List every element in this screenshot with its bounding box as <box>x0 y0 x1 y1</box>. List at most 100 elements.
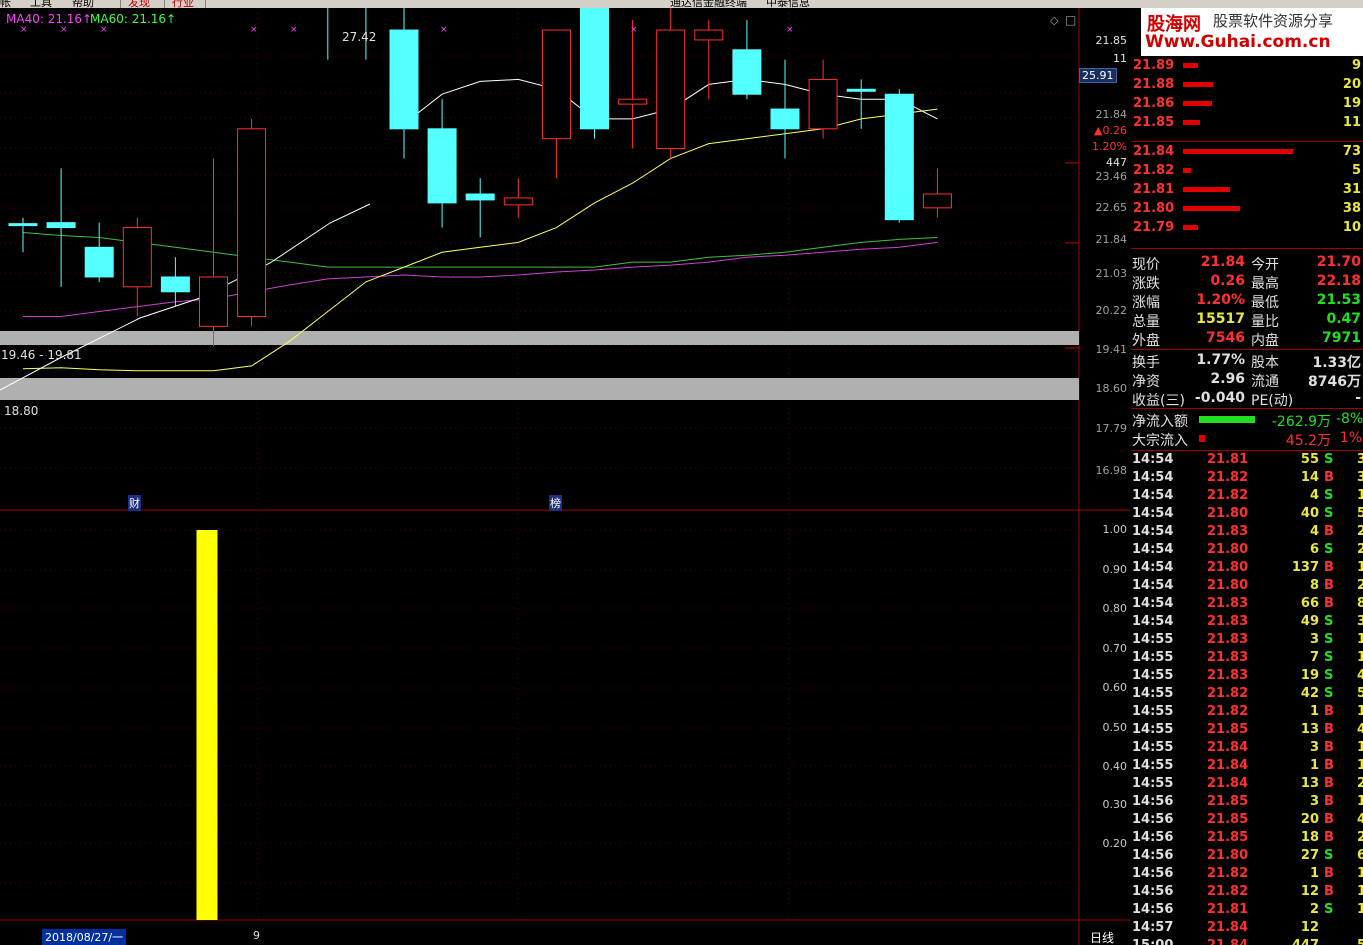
orderbook-row[interactable]: 21.89 9 <box>1131 58 1363 77</box>
candle[interactable] <box>84 222 114 282</box>
event-marker-icon[interactable]: × <box>100 25 108 35</box>
tick-price: 21.82 <box>1207 704 1249 719</box>
quote-key: 内盘 <box>1251 333 1279 349</box>
period-tab[interactable]: 日线 <box>1090 929 1114 945</box>
main-chart-area[interactable]: MA40: 21.16↑ MA60: 21.16↑ ◇ □ × × × × × × × × 2… <box>0 8 1130 945</box>
tick-row[interactable]: 14:56 21.85 3 B 1 <box>1131 794 1363 812</box>
orderbook-row[interactable]: 21.85 11 <box>1131 115 1363 134</box>
candle[interactable] <box>8 217 38 253</box>
event-marker-icon[interactable]: × <box>290 25 298 35</box>
candle[interactable] <box>160 257 190 307</box>
tick-row[interactable]: 14:55 21.83 3 S 1 <box>1131 632 1363 650</box>
quote-value: 0.26 <box>1210 273 1245 289</box>
candle[interactable] <box>770 59 800 159</box>
tick-row[interactable]: 14:56 21.85 18 B 2 <box>1131 830 1363 848</box>
tick-row[interactable]: 15:00 21.84 447 51 <box>1131 938 1363 945</box>
menu-item[interactable]: 中泰信息 <box>766 0 810 8</box>
tick-row[interactable]: 14:56 21.82 1 B 1 <box>1131 866 1363 884</box>
tick-row[interactable]: 14:55 21.84 3 B 1 <box>1131 740 1363 758</box>
tick-count: 1 <box>1357 740 1363 755</box>
tick-count: 1 <box>1357 650 1363 665</box>
menu-item[interactable]: 通达信金融终端 <box>670 0 747 8</box>
candle-body <box>160 276 190 293</box>
tick-row[interactable]: 14:57 21.84 12 <box>1131 920 1363 938</box>
tick-row[interactable]: 14:55 21.84 13 B 2 <box>1131 776 1363 794</box>
tick-price: 21.83 <box>1207 524 1249 539</box>
quote-value: 1.77% <box>1196 352 1245 368</box>
candle[interactable] <box>541 29 571 179</box>
candle-body <box>541 29 571 140</box>
indicator-axis-label: 0.40 <box>1102 760 1128 773</box>
candle[interactable] <box>199 158 228 347</box>
candle[interactable] <box>237 118 267 327</box>
menu-item[interactable]: 发现 <box>128 0 150 8</box>
diamond-icon[interactable]: ◇ <box>1050 14 1058 27</box>
event-marker-icon[interactable]: × <box>60 25 68 35</box>
tick-row[interactable]: 14:54 21.80 40 S 5 <box>1131 506 1363 524</box>
tick-row[interactable]: 14:54 21.80 137 B 17 <box>1131 560 1363 578</box>
candle[interactable] <box>580 8 609 139</box>
candle[interactable] <box>656 8 686 159</box>
orderbook-row[interactable]: 21.84 73 <box>1131 144 1363 163</box>
flow-value: -262.9万 <box>1271 414 1331 430</box>
candle[interactable] <box>694 20 724 100</box>
orderbook-row[interactable]: 21.81 31 <box>1131 182 1363 201</box>
event-marker-icon[interactable]: × <box>20 25 28 35</box>
candle[interactable] <box>922 168 952 218</box>
tick-row[interactable]: 14:55 21.85 13 B 4 <box>1131 722 1363 740</box>
finance-marker[interactable]: 财 <box>128 495 141 511</box>
maximize-icon[interactable]: □ <box>1065 13 1076 27</box>
tick-row[interactable]: 14:54 21.83 66 B 8 <box>1131 596 1363 614</box>
orderbook-row[interactable]: 21.88 20 <box>1131 77 1363 96</box>
event-marker-icon[interactable]: × <box>440 25 448 35</box>
tick-row[interactable]: 14:54 21.81 55 S 3 <box>1131 452 1363 470</box>
tick-row[interactable]: 14:54 21.82 4 S 1 <box>1131 488 1363 506</box>
tick-volume: 3 <box>1309 794 1319 809</box>
orderbook-row[interactable]: 21.79 10 <box>1131 220 1363 239</box>
tick-row[interactable]: 14:54 21.80 6 S 2 <box>1131 542 1363 560</box>
candle[interactable] <box>427 99 457 228</box>
tick-row[interactable]: 14:55 21.84 1 B 1 <box>1131 758 1363 776</box>
tick-row[interactable]: 14:56 21.81 2 S 1 <box>1131 902 1363 920</box>
tick-row[interactable]: 14:55 21.83 7 S 1 <box>1131 650 1363 668</box>
candle[interactable] <box>314 8 342 60</box>
candle[interactable] <box>732 20 762 100</box>
orderbook-row[interactable]: 21.86 19 <box>1131 96 1363 115</box>
volume-bar[interactable] <box>196 530 218 920</box>
menu-item[interactable]: 帐 <box>0 0 11 8</box>
quote-key: 股本 <box>1251 355 1279 371</box>
quote-value: 1.20% <box>1196 292 1245 308</box>
tick-row[interactable]: 14:54 21.83 49 S 3 <box>1131 614 1363 632</box>
logo-slogan: 股票软件资源分享 <box>1213 12 1334 30</box>
tick-row[interactable]: 14:54 21.83 4 B 2 <box>1131 524 1363 542</box>
tick-row[interactable]: 14:56 21.82 12 B 1 <box>1131 884 1363 902</box>
tick-side: B <box>1324 794 1334 809</box>
tick-volume: 1 <box>1309 866 1319 881</box>
event-marker-icon[interactable]: × <box>786 25 794 35</box>
tick-row[interactable]: 14:56 21.85 20 B 4 <box>1131 812 1363 830</box>
candle[interactable] <box>122 217 152 317</box>
event-marker-icon[interactable]: × <box>630 25 638 35</box>
menu-item[interactable]: 帮助 <box>72 0 94 8</box>
bottom-number-label: 9 <box>253 929 260 942</box>
candle[interactable] <box>808 59 838 139</box>
orderbook-row[interactable]: 21.80 38 <box>1131 201 1363 220</box>
ranking-marker[interactable]: 榜 <box>549 495 562 511</box>
kline-chart-svg[interactable] <box>0 8 1130 945</box>
candle[interactable] <box>389 8 419 159</box>
candle[interactable] <box>618 20 648 149</box>
menu-item[interactable]: 行业 <box>172 0 194 8</box>
tick-row[interactable]: 14:55 21.82 1 B 1 <box>1131 704 1363 722</box>
candle[interactable] <box>46 168 76 287</box>
tick-time: 14:56 <box>1132 902 1174 917</box>
menu-item[interactable]: 工具 <box>30 0 52 8</box>
tick-row[interactable]: 14:54 21.80 8 B 2 <box>1131 578 1363 596</box>
event-marker-icon[interactable]: × <box>250 25 258 35</box>
tick-row[interactable]: 14:56 21.80 27 S 6 <box>1131 848 1363 866</box>
orderbook-row[interactable]: 21.82 5 <box>1131 163 1363 182</box>
candle[interactable] <box>884 89 914 223</box>
tick-row[interactable]: 14:54 21.82 14 B 3 <box>1131 470 1363 488</box>
tick-row[interactable]: 14:55 21.82 42 S 5 <box>1131 686 1363 704</box>
candle[interactable] <box>503 178 533 218</box>
tick-row[interactable]: 14:55 21.83 19 S 4 <box>1131 668 1363 686</box>
